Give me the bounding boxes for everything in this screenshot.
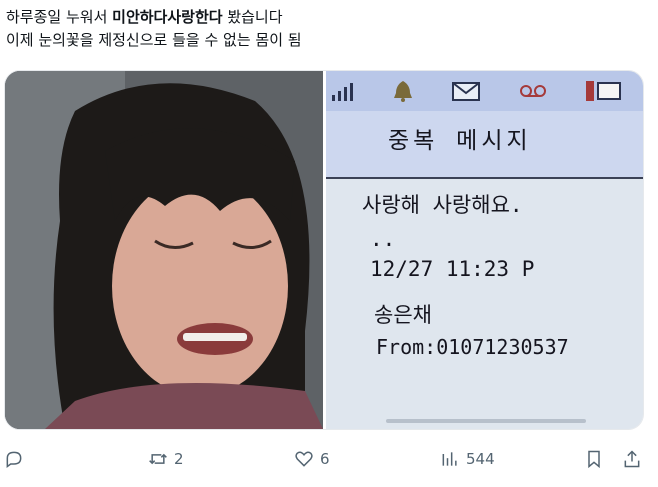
tweet-line-1: 하루종일 누워서 미안하다사랑한다 봤습니다 [6, 6, 302, 29]
tweet-media[interactable]: 중복 메시지 사랑해 사랑해요. .. 12/27 11:23 P 송은채 Fr… [4, 70, 644, 430]
tweet-line-1-bold: 미안하다사랑한다 [112, 8, 223, 26]
like-count: 6 [320, 450, 330, 468]
views-icon [442, 452, 457, 466]
phone-from-number: From:01071230537 [376, 335, 569, 359]
reply-icon [6, 451, 22, 468]
crying-woman-illustration [5, 71, 323, 429]
share-button[interactable] [622, 441, 642, 477]
tweet-line-1-prefix: 하루종일 누워서 [6, 8, 113, 26]
tweet-line-1-suffix: 봤습니다 [222, 8, 283, 26]
views-button[interactable]: 544 [440, 441, 495, 477]
like-icon [295, 451, 313, 467]
bookmark-icon [588, 450, 600, 469]
phone-sender-name: 송은채 [374, 303, 432, 327]
bookmark-button[interactable] [584, 441, 604, 477]
views-count: 544 [466, 450, 495, 468]
reply-button[interactable] [4, 441, 30, 477]
photo-phone-screen[interactable]: 중복 메시지 사랑해 사랑해요. .. 12/27 11:23 P 송은채 Fr… [326, 71, 643, 429]
phone-header-title: 중복 메시지 [388, 128, 532, 154]
retweet-icon [149, 453, 167, 465]
share-icon [624, 450, 640, 468]
retweet-count: 2 [174, 450, 184, 468]
like-button[interactable]: 6 [294, 441, 330, 477]
photo-crying-woman[interactable] [5, 71, 323, 429]
phone-message-line: 사랑해 사랑해요. [362, 193, 523, 217]
phone-timestamp: 12/27 11:23 P [370, 257, 535, 281]
tweet-text: 하루종일 누워서 미안하다사랑한다 봤습니다 이제 눈의꽃을 제정신으로 들을 … [6, 6, 302, 52]
battery-icon [586, 81, 621, 101]
signal-icon [332, 83, 353, 101]
envelope-icon [452, 82, 480, 101]
bell-icon [394, 81, 412, 102]
phone-dots: .. [370, 227, 396, 251]
retweet-button[interactable]: 2 [148, 441, 184, 477]
phone-scroll-indicator [386, 419, 586, 423]
tweet-line-2: 이제 눈의꽃을 제정신으로 들을 수 없는 몸이 됨 [6, 31, 302, 49]
voicemail-icon [520, 85, 546, 97]
tweet-action-bar: 2 6 544 [0, 441, 658, 477]
